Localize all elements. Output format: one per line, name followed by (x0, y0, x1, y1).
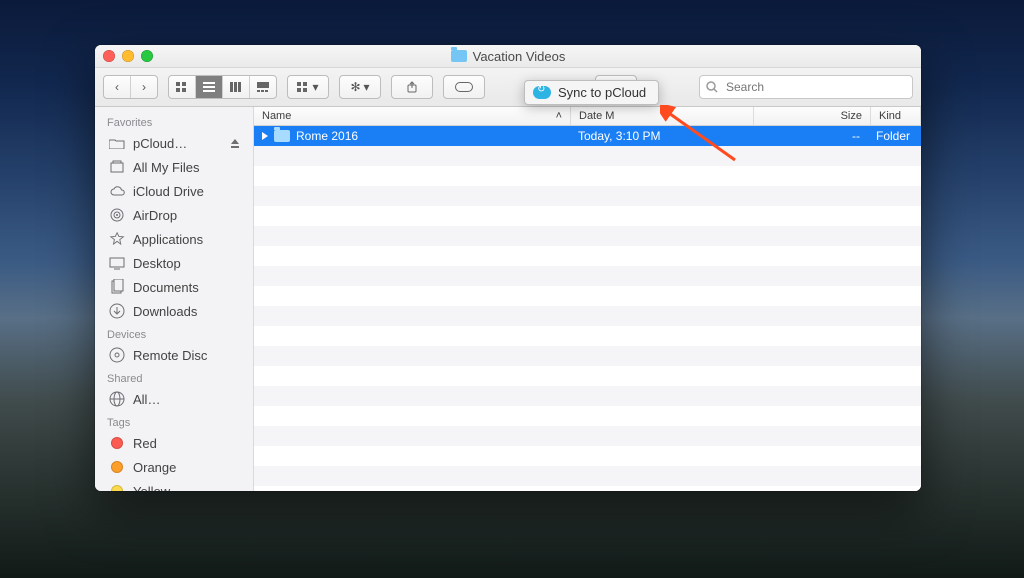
window-title-text: Vacation Videos (473, 49, 566, 64)
sidebar-item-icloud[interactable]: iCloud Drive (95, 179, 253, 203)
file-size: -- (852, 129, 860, 143)
desktop-icon (109, 255, 125, 271)
disclosure-triangle-icon[interactable] (262, 132, 268, 140)
finder-window: Vacation Videos ‹ › (95, 45, 921, 491)
share-button[interactable] (391, 75, 433, 99)
sidebar-item-label: Applications (133, 232, 203, 247)
gear-icon: ✻ (350, 80, 360, 94)
sidebar-item-tag-yellow[interactable]: Yellow (95, 479, 253, 491)
globe-icon (109, 391, 125, 407)
chevron-down-icon: ▾ (312, 80, 318, 94)
apps-icon (109, 231, 125, 247)
sort-asc-icon: ˄ (556, 110, 562, 122)
sidebar-header: Devices (95, 323, 253, 343)
sidebar-item-label: All… (133, 392, 160, 407)
arrange-button[interactable]: ▾ (287, 75, 329, 99)
search-icon (706, 81, 718, 93)
file-name: Rome 2016 (296, 129, 358, 143)
sidebar-item-label: All My Files (133, 160, 199, 175)
sidebar-item-label: AirDrop (133, 208, 177, 223)
rows[interactable]: Rome 2016 Today, 3:10 PM -- Folder (254, 126, 921, 491)
sidebar-header: Shared (95, 367, 253, 387)
desktop: Vacation Videos ‹ › (0, 0, 1024, 578)
sidebar-item-label: pCloud… (133, 136, 187, 151)
window-controls (103, 50, 153, 62)
column-kind-label: Kind (879, 110, 901, 122)
tag-icon (109, 435, 125, 451)
close-button[interactable] (103, 50, 115, 62)
view-columns-button[interactable] (223, 76, 250, 98)
zoom-button[interactable] (141, 50, 153, 62)
icloud-icon (109, 183, 125, 199)
file-list: Name ˄ Date M Size Kind (254, 107, 921, 491)
downloads-icon (109, 303, 125, 319)
sidebar-item-label: Orange (133, 460, 176, 475)
pcloud-dropdown-menu: Sync to pCloud (524, 80, 659, 105)
search-field[interactable] (699, 75, 913, 99)
column-size-label: Size (841, 110, 862, 122)
sidebar-item-airdrop[interactable]: AirDrop (95, 203, 253, 227)
table-row[interactable]: Rome 2016 Today, 3:10 PM -- Folder (254, 126, 921, 146)
sidebar-item-label: Downloads (133, 304, 197, 319)
sidebar-item-apps[interactable]: Applications (95, 227, 253, 251)
sidebar-item-label: Yellow (133, 484, 170, 492)
sidebar-item-pcloud[interactable]: pCloud… (95, 131, 253, 155)
pcloud-sync-icon (533, 86, 551, 99)
view-icons-button[interactable] (169, 76, 196, 98)
sidebar-item-allfiles[interactable]: All My Files (95, 155, 253, 179)
eject-icon[interactable] (227, 135, 243, 151)
folder-icon (109, 135, 125, 151)
sidebar-item-documents[interactable]: Documents (95, 275, 253, 299)
forward-button[interactable]: › (131, 76, 157, 98)
folder-icon (451, 50, 467, 62)
sidebar-header: Tags (95, 411, 253, 431)
sidebar-item-tag-red[interactable]: Red (95, 431, 253, 455)
view-list-button[interactable] (196, 76, 223, 98)
column-size[interactable]: Size (754, 107, 871, 125)
sidebar-item-downloads[interactable]: Downloads (95, 299, 253, 323)
folder-icon (274, 130, 290, 142)
sidebar-item-desktop[interactable]: Desktop (95, 251, 253, 275)
tag-icon (109, 459, 125, 475)
columns-header: Name ˄ Date M Size Kind (254, 107, 921, 126)
sidebar-item-label: Red (133, 436, 157, 451)
column-date-label: Date M (579, 110, 614, 122)
disc-icon (109, 347, 125, 363)
tags-button[interactable] (443, 75, 485, 99)
view-mode-segment (168, 75, 277, 99)
sidebar-item-label: Remote Disc (133, 348, 207, 363)
tag-icon (109, 483, 125, 491)
action-button[interactable]: ✻ ▾ (339, 75, 381, 99)
file-date: Today, 3:10 PM (578, 129, 661, 143)
sidebar-header: Favorites (95, 111, 253, 131)
titlebar: Vacation Videos (95, 45, 921, 68)
search-input[interactable] (724, 79, 906, 95)
chevron-down-icon: ▾ (364, 80, 370, 94)
sidebar-item-remotedisc[interactable]: Remote Disc (95, 343, 253, 367)
view-gallery-button[interactable] (250, 76, 276, 98)
column-kind[interactable]: Kind (871, 107, 921, 125)
column-name-label: Name (262, 110, 291, 122)
sidebar: Favorites pCloud… All My Files iCloud Drive… (95, 107, 254, 491)
toolbar: ‹ › ▾ ✻ (95, 68, 921, 107)
allfiles-icon (109, 159, 125, 175)
nav-back-forward: ‹ › (103, 75, 158, 99)
sidebar-item-label: Desktop (133, 256, 181, 271)
back-button[interactable]: ‹ (104, 76, 131, 98)
column-name[interactable]: Name ˄ (254, 107, 571, 125)
airdrop-icon (109, 207, 125, 223)
menu-item-sync[interactable]: Sync to pCloud (558, 85, 646, 100)
sidebar-item-label: Documents (133, 280, 199, 295)
documents-icon (109, 279, 125, 295)
column-date[interactable]: Date M (571, 107, 754, 125)
sidebar-item-label: iCloud Drive (133, 184, 204, 199)
sidebar-item-tag-orange[interactable]: Orange (95, 455, 253, 479)
sidebar-item-all-shared[interactable]: All… (95, 387, 253, 411)
minimize-button[interactable] (122, 50, 134, 62)
file-kind: Folder (876, 129, 910, 143)
window-title: Vacation Videos (451, 49, 566, 64)
